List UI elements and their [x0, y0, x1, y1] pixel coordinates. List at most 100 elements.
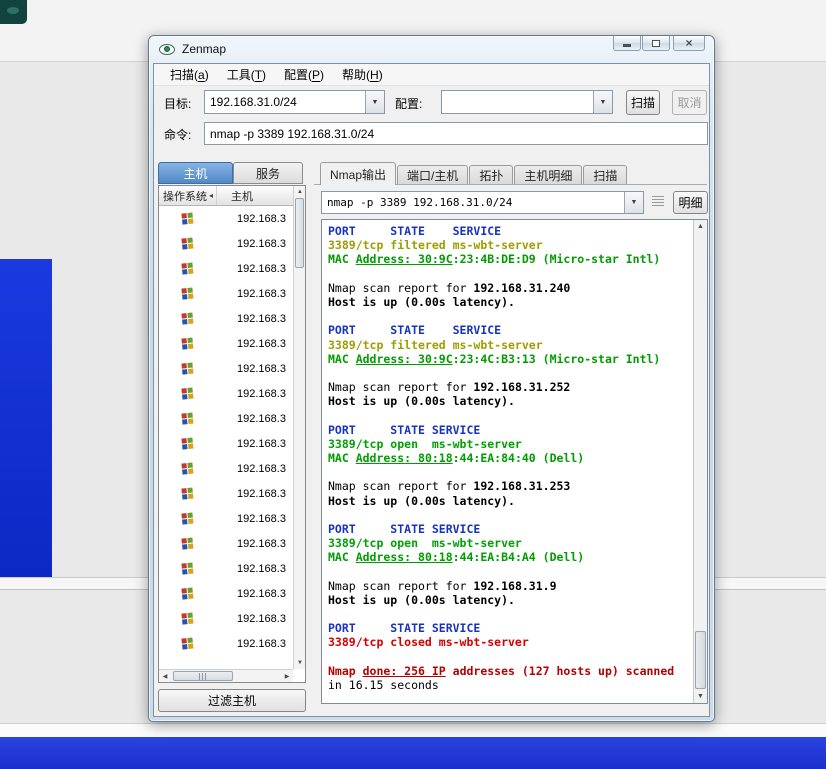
profile-value — [442, 91, 593, 113]
host-ip: 192.168.3 — [237, 537, 286, 550]
filter-hosts-button[interactable]: 过滤主机 — [158, 689, 306, 712]
output-line: Host is up (0.00s latency). — [328, 294, 515, 309]
maximize-button[interactable] — [642, 36, 670, 51]
host-row[interactable]: 192.168.3 — [159, 631, 293, 656]
caption-buttons: × — [612, 36, 705, 51]
client-area: 扫描(a) 工具(T) 配置(P) 帮助(H) 目标: 192.168.31.0/24… — [153, 63, 710, 717]
command-label: 命令: — [164, 128, 192, 142]
command-input[interactable] — [204, 122, 708, 145]
output-vertical-scrollbar[interactable]: ▲ ▼ — [693, 220, 707, 703]
host-ip: 192.168.3 — [237, 387, 286, 400]
host-row[interactable]: 192.168.3 — [159, 606, 293, 631]
windows-os-icon — [159, 537, 217, 550]
column-os[interactable]: 操作系统 ◂ — [159, 186, 217, 205]
host-row[interactable]: 192.168.3 — [159, 431, 293, 456]
scroll-down-icon[interactable]: ▼ — [694, 690, 707, 703]
profile-combo[interactable]: ▼ — [441, 90, 613, 114]
host-row[interactable]: 192.168.3 — [159, 281, 293, 306]
host-row[interactable]: 192.168.3 — [159, 556, 293, 581]
tab-扫描[interactable]: 扫描 — [583, 165, 628, 184]
menu-item-T[interactable]: 工具(T) — [219, 64, 274, 85]
grip-icon — [199, 672, 207, 680]
output-line: Nmap scan report for 192.168.31.240 — [328, 280, 571, 295]
output-line: 3389/tcp filtered ms-wbt-server — [328, 337, 543, 352]
tab-主机明细[interactable]: 主机明细 — [514, 165, 583, 184]
host-row[interactable]: 192.168.3 — [159, 481, 293, 506]
tab-services[interactable]: 服务 — [233, 162, 303, 184]
host-row[interactable]: 192.168.3 — [159, 306, 293, 331]
title-bar[interactable]: Zenmap × — [149, 36, 714, 63]
output-line: Nmap done: 256 IP addresses (127 hosts u… — [328, 663, 675, 678]
scan-history-combo[interactable]: nmap -p 3389 192.168.31.0/24 ▼ — [321, 191, 644, 214]
column-host[interactable]: 主机 — [217, 186, 293, 205]
output-line: PORT STATE SERVICE — [328, 621, 481, 636]
zenmap-window: Zenmap × 扫描(a) 工具(T) 配置(P) 帮助(H) 目标: 192.16… — [148, 35, 715, 722]
dropdown-icon[interactable]: ▼ — [365, 91, 384, 113]
cancel-button[interactable]: 取消 — [672, 90, 707, 115]
output-line: Nmap scan report for 192.168.31.252 — [328, 380, 571, 395]
column-os-label: 操作系统 — [163, 190, 207, 203]
host-row[interactable]: 192.168.3 — [159, 381, 293, 406]
host-row[interactable]: 192.168.3 — [159, 581, 293, 606]
profile-label: 配置: — [395, 97, 423, 111]
menu-item-H[interactable]: 帮助(H) — [334, 64, 391, 85]
host-row[interactable]: 192.168.3 — [159, 256, 293, 281]
host-ip: 192.168.3 — [237, 287, 286, 300]
background-bottom-strip — [0, 723, 826, 737]
windows-os-icon — [159, 512, 217, 525]
windows-os-icon — [159, 337, 217, 350]
menu-item-a[interactable]: 扫描(a) — [162, 64, 217, 85]
close-button[interactable]: × — [673, 36, 705, 51]
background-blue-panel — [0, 259, 52, 577]
host-ip: 192.168.3 — [237, 337, 286, 350]
host-row[interactable]: 192.168.3 — [159, 406, 293, 431]
details-button[interactable]: 明细 — [673, 191, 708, 214]
minimize-button[interactable] — [613, 36, 641, 51]
scroll-up-icon[interactable]: ▲ — [294, 186, 305, 198]
menu-bar: 扫描(a) 工具(T) 配置(P) 帮助(H) — [154, 64, 709, 86]
host-row[interactable]: 192.168.3 — [159, 506, 293, 531]
menu-item-P[interactable]: 配置(P) — [276, 64, 332, 85]
host-row[interactable]: 192.168.3 — [159, 456, 293, 481]
scrollbar-thumb[interactable] — [295, 198, 304, 268]
scroll-right-icon[interactable]: ▶ — [281, 670, 293, 682]
output-line: Host is up (0.00s latency). — [328, 592, 515, 607]
host-row[interactable]: 192.168.3 — [159, 331, 293, 356]
scrollbar-thumb[interactable] — [695, 631, 706, 689]
output-toolbar: nmap -p 3389 192.168.31.0/24 ▼ 明细 — [314, 191, 708, 217]
scrollbar-thumb[interactable] — [173, 671, 233, 681]
target-combo[interactable]: 192.168.31.0/24 ▼ — [204, 90, 385, 114]
windows-os-icon — [159, 412, 217, 425]
host-list-header: 操作系统 ◂ 主机 — [159, 186, 293, 206]
host-list[interactable]: 192.168.3 192.168.3 192.168.3 192.168.3 192.… — [159, 206, 293, 669]
scroll-up-icon[interactable]: ▲ — [694, 220, 707, 233]
tab-端口/主机[interactable]: 端口/主机 — [397, 165, 469, 184]
host-row[interactable]: 192.168.3 — [159, 531, 293, 556]
windows-os-icon — [159, 212, 217, 225]
minimize-icon — [623, 43, 631, 47]
tab-hosts[interactable]: 主机 — [158, 162, 233, 184]
host-ip: 192.168.3 — [237, 487, 286, 500]
host-list-vertical-scrollbar[interactable]: ▲ ▼ — [293, 186, 305, 669]
host-list-horizontal-scrollbar[interactable]: ◀ ▶ — [159, 669, 293, 682]
output-line: 3389/tcp open ms-wbt-server — [328, 536, 522, 551]
dropdown-icon[interactable]: ▼ — [593, 91, 612, 113]
host-row[interactable]: 192.168.3 — [159, 206, 293, 231]
dropdown-icon[interactable]: ▼ — [624, 192, 643, 213]
host-ip: 192.168.3 — [237, 312, 286, 325]
tab-拓扑[interactable]: 拓扑 — [469, 165, 514, 184]
scroll-left-icon[interactable]: ◀ — [159, 670, 171, 682]
host-row[interactable]: 192.168.3 — [159, 231, 293, 256]
notebook-tabs: Nmap输出 端口/主机 拓扑 主机明细 扫描 — [314, 162, 707, 185]
scan-button[interactable]: 扫描 — [626, 90, 660, 115]
scroll-down-icon[interactable]: ▼ — [294, 657, 305, 669]
target-label: 目标: — [164, 97, 192, 111]
host-row[interactable]: 192.168.3 — [159, 356, 293, 381]
nmap-output-text[interactable]: PORT STATE SERVICE 3389/tcp filtered ms-w… — [322, 220, 693, 703]
tab-Nmap输出[interactable]: Nmap输出 — [320, 162, 397, 185]
host-ip: 192.168.3 — [237, 437, 286, 450]
